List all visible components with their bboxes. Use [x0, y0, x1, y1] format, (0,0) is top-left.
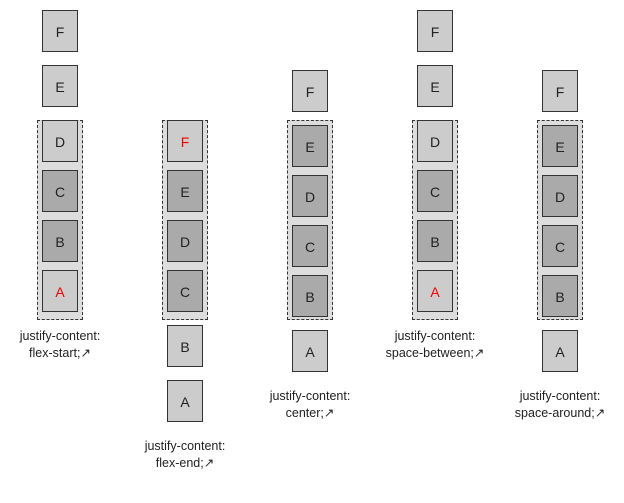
flex-item-d: D	[167, 220, 203, 262]
stack-flex-end: A B C D E F	[165, 10, 205, 430]
flex-item-f: F	[292, 70, 328, 112]
stack-flex-start: A B C D E F	[40, 10, 80, 320]
flex-item-b: B	[167, 325, 203, 367]
flex-item-a: A	[42, 270, 78, 312]
caption-center: justify-content: center;↗	[255, 388, 365, 422]
flex-item-b: B	[542, 275, 578, 317]
flex-item-b: B	[42, 220, 78, 262]
flex-item-c: C	[167, 270, 203, 312]
flex-item-c: C	[292, 225, 328, 267]
flex-item-f: F	[167, 120, 203, 162]
caption-line-2: space-between;	[386, 346, 474, 360]
arrow-icon: ↗	[474, 346, 484, 360]
caption-line-2: flex-start;	[29, 346, 80, 360]
caption-flex-end: justify-content: flex-end;↗	[130, 438, 240, 472]
arrow-icon: ↗	[324, 406, 334, 420]
flex-item-a: A	[292, 330, 328, 372]
flex-item-e: E	[542, 125, 578, 167]
caption-line-1: justify-content:	[395, 329, 476, 343]
flex-item-d: D	[42, 120, 78, 162]
caption-line-2: center;	[286, 406, 324, 420]
example-flex-start: A B C D E F justify-content: flex-start;…	[5, 10, 115, 362]
example-center: A B C D E F justify-content: center;↗	[255, 10, 365, 422]
flex-item-e: E	[42, 65, 78, 107]
caption-line-2: space-around;	[515, 406, 595, 420]
caption-line-1: justify-content:	[145, 439, 226, 453]
flex-item-a: A	[542, 330, 578, 372]
flex-item-b: B	[417, 220, 453, 262]
caption-line-1: justify-content:	[270, 389, 351, 403]
diagram-stage: A B C D E F justify-content: flex-start;…	[0, 0, 624, 503]
flex-item-c: C	[42, 170, 78, 212]
flex-item-d: D	[292, 175, 328, 217]
arrow-icon: ↗	[204, 456, 214, 470]
caption-line-1: justify-content:	[20, 329, 101, 343]
caption-flex-start: justify-content: flex-start;↗	[5, 328, 115, 362]
flex-item-f: F	[417, 10, 453, 52]
caption-space-between: justify-content: space-between;↗	[380, 328, 490, 362]
flex-item-c: C	[542, 225, 578, 267]
flex-item-c: C	[417, 170, 453, 212]
flex-item-a: A	[167, 380, 203, 422]
flex-item-e: E	[292, 125, 328, 167]
stack-space-between: A B C D E F	[415, 10, 455, 320]
flex-item-d: D	[542, 175, 578, 217]
flex-item-e: E	[417, 65, 453, 107]
flex-item-a: A	[417, 270, 453, 312]
caption-line-2: flex-end;	[156, 456, 204, 470]
flex-item-d: D	[417, 120, 453, 162]
flex-item-e: E	[167, 170, 203, 212]
flex-item-f: F	[42, 10, 78, 52]
caption-space-around: justify-content: space-around;↗	[505, 388, 615, 422]
flex-item-b: B	[292, 275, 328, 317]
stack-center: A B C D E F	[290, 10, 330, 380]
example-space-around: A B C D E F justify-content: space-aroun…	[505, 10, 615, 422]
example-space-between: A B C D E F justify-content: space-betwe…	[380, 10, 490, 362]
stack-space-around: A B C D E F	[540, 10, 580, 380]
arrow-icon: ↗	[595, 406, 605, 420]
flex-item-f: F	[542, 70, 578, 112]
example-flex-end: A B C D E F justify-content: flex-end;↗	[130, 10, 240, 472]
arrow-icon: ↗	[80, 346, 90, 360]
caption-line-1: justify-content:	[520, 389, 601, 403]
